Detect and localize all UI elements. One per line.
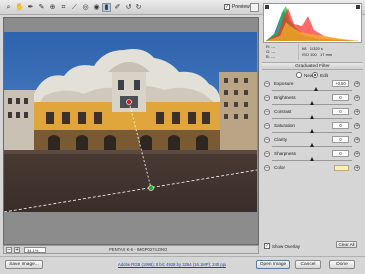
adjustment-brush-icon[interactable]: ✐	[113, 3, 122, 12]
filter-start-pin[interactable]	[126, 99, 132, 105]
sharpness-plus-button[interactable]: +	[354, 151, 360, 157]
preview-label: Preview	[232, 4, 250, 10]
zoom-tool-icon[interactable]: ⌕	[4, 3, 13, 12]
color-minus-button[interactable]: −	[264, 165, 270, 171]
mode-edit[interactable]: Edit	[312, 72, 328, 78]
clear-all-button[interactable]: Clear All	[336, 241, 357, 248]
saturation-plus-button[interactable]: +	[354, 123, 360, 129]
fullscreen-button[interactable]	[250, 3, 259, 12]
color-swatch[interactable]	[334, 165, 349, 171]
brightness-value[interactable]: 0	[332, 94, 349, 101]
contrast-slider-thumb[interactable]	[309, 115, 314, 119]
shadow-clipping-icon	[265, 5, 269, 9]
histogram	[263, 3, 362, 43]
filter-axis-line	[128, 101, 152, 189]
clarity-plus-button[interactable]: +	[354, 137, 360, 143]
cancel-button[interactable]: Cancel	[295, 260, 321, 269]
b-label: B: ---	[266, 54, 275, 59]
slider-row-contrast: − Contrast 0 +	[262, 108, 363, 122]
graduated-filter-overlay[interactable]	[4, 32, 257, 212]
saturation-value[interactable]: 0	[332, 122, 349, 129]
slider-row-exposure: − Exposure +0.50 +	[262, 80, 363, 94]
clarity-value[interactable]: 0	[332, 136, 349, 143]
contrast-value[interactable]: 0	[332, 108, 349, 115]
highlight-clipping-icon	[356, 5, 360, 9]
slider-row-saturation: − Saturation 0 +	[262, 122, 363, 136]
exposure-track[interactable]	[272, 90, 352, 91]
color-plus-button[interactable]: +	[354, 165, 360, 171]
contrast-plus-button[interactable]: +	[354, 109, 360, 115]
targeted-adjustment-tool-icon[interactable]: ⊕	[48, 3, 57, 12]
exposure-slider-thumb[interactable]	[314, 87, 319, 91]
rotate-left-icon[interactable]: ↺	[124, 3, 133, 12]
saturation-slider-thumb[interactable]	[309, 129, 314, 133]
preview-checkbox[interactable]: ✓	[224, 4, 230, 10]
white-balance-tool-icon[interactable]: ✒	[26, 3, 35, 12]
clarity-slider-thumb[interactable]	[309, 143, 314, 147]
mode-new-radio[interactable]	[296, 72, 302, 78]
saturation-label: Saturation	[274, 123, 295, 128]
preview-toggle[interactable]: ✓ Preview	[224, 4, 250, 10]
save-image-button[interactable]: Save Image...	[5, 260, 43, 269]
image-filename: PENTAX K-5 - IMGP0274.DNG	[109, 247, 168, 252]
filter-end-pin[interactable]	[148, 185, 154, 191]
sharpness-value[interactable]: 0	[332, 150, 349, 157]
brightness-label: Brightness	[274, 95, 296, 100]
contrast-label: Contrast	[274, 109, 292, 114]
exposure-minus-button[interactable]: −	[264, 81, 270, 87]
slider-row-clarity: − Clarity 0 +	[262, 136, 363, 150]
brightness-minus-button[interactable]: −	[264, 95, 270, 101]
show-overlay-checkbox[interactable]: ✓	[264, 243, 270, 249]
mode-edit-label: Edit	[320, 72, 328, 78]
crop-tool-icon[interactable]: ⌗	[59, 3, 68, 12]
histogram-chart	[264, 4, 361, 42]
status-bar: − + 34.1% PENTAX K-5 - IMGP0274.DNG	[3, 245, 259, 254]
sharpness-label: Sharpness	[274, 151, 296, 156]
sharpness-minus-button[interactable]: −	[264, 151, 270, 157]
filter-end-line	[4, 169, 257, 212]
workflow-options-link[interactable]: Adobe RGB (1998); 8 bit; 4928 by 3264 (1…	[118, 262, 226, 267]
clarity-label: Clarity	[274, 137, 288, 142]
iso-focal-info: ISO 100 17 mm	[302, 52, 333, 57]
color-label: Color	[274, 165, 285, 170]
zoom-level-select[interactable]: 34.1%	[24, 247, 46, 253]
show-overlay-toggle[interactable]: ✓ Show Overlay	[264, 243, 300, 249]
spot-removal-tool-icon[interactable]: ◎	[81, 3, 90, 12]
color-row: − Color +	[262, 164, 363, 178]
clarity-minus-button[interactable]: −	[264, 137, 270, 143]
slider-row-sharpness: − Sharpness 0 +	[262, 150, 363, 164]
slider-row-brightness: − Brightness 0 +	[262, 94, 363, 108]
color-sampler-tool-icon[interactable]: ✎	[37, 3, 46, 12]
exposure-plus-button[interactable]: +	[354, 81, 360, 87]
panel-title: Graduated Filter	[262, 62, 363, 70]
contrast-minus-button[interactable]: −	[264, 109, 270, 115]
camera-readout: R: --- G: --- B: --- f/8 1/320 s ISO 100…	[266, 44, 361, 61]
zoom-out-button[interactable]: −	[6, 247, 12, 253]
zoom-in-button[interactable]: +	[14, 247, 20, 253]
straighten-tool-icon[interactable]: ⟋	[70, 3, 79, 12]
done-button[interactable]: Done	[329, 260, 355, 269]
sharpness-slider-thumb[interactable]	[309, 157, 314, 161]
exposure-label: Exposure	[274, 81, 294, 86]
mode-new[interactable]: New	[296, 72, 313, 78]
exposure-info: f/8 1/320 s	[302, 46, 323, 51]
saturation-minus-button[interactable]: −	[264, 123, 270, 129]
rotate-right-icon[interactable]: ↻	[134, 3, 143, 12]
brightness-plus-button[interactable]: +	[354, 95, 360, 101]
readout-divider	[298, 44, 299, 60]
open-image-button[interactable]: Open Image	[256, 260, 290, 269]
graduated-filter-icon[interactable]: ▮	[102, 3, 111, 12]
exposure-value[interactable]: +0.50	[332, 80, 349, 87]
mode-edit-radio[interactable]	[312, 72, 318, 78]
show-overlay-label: Show Overlay	[272, 243, 301, 249]
hand-tool-icon[interactable]: ✋	[15, 3, 24, 12]
bottom-bar: Save Image... Adobe RGB (1998); 8 bit; 4…	[0, 256, 365, 274]
red-eye-tool-icon[interactable]: ◉	[92, 3, 101, 12]
brightness-slider-thumb[interactable]	[309, 101, 314, 105]
